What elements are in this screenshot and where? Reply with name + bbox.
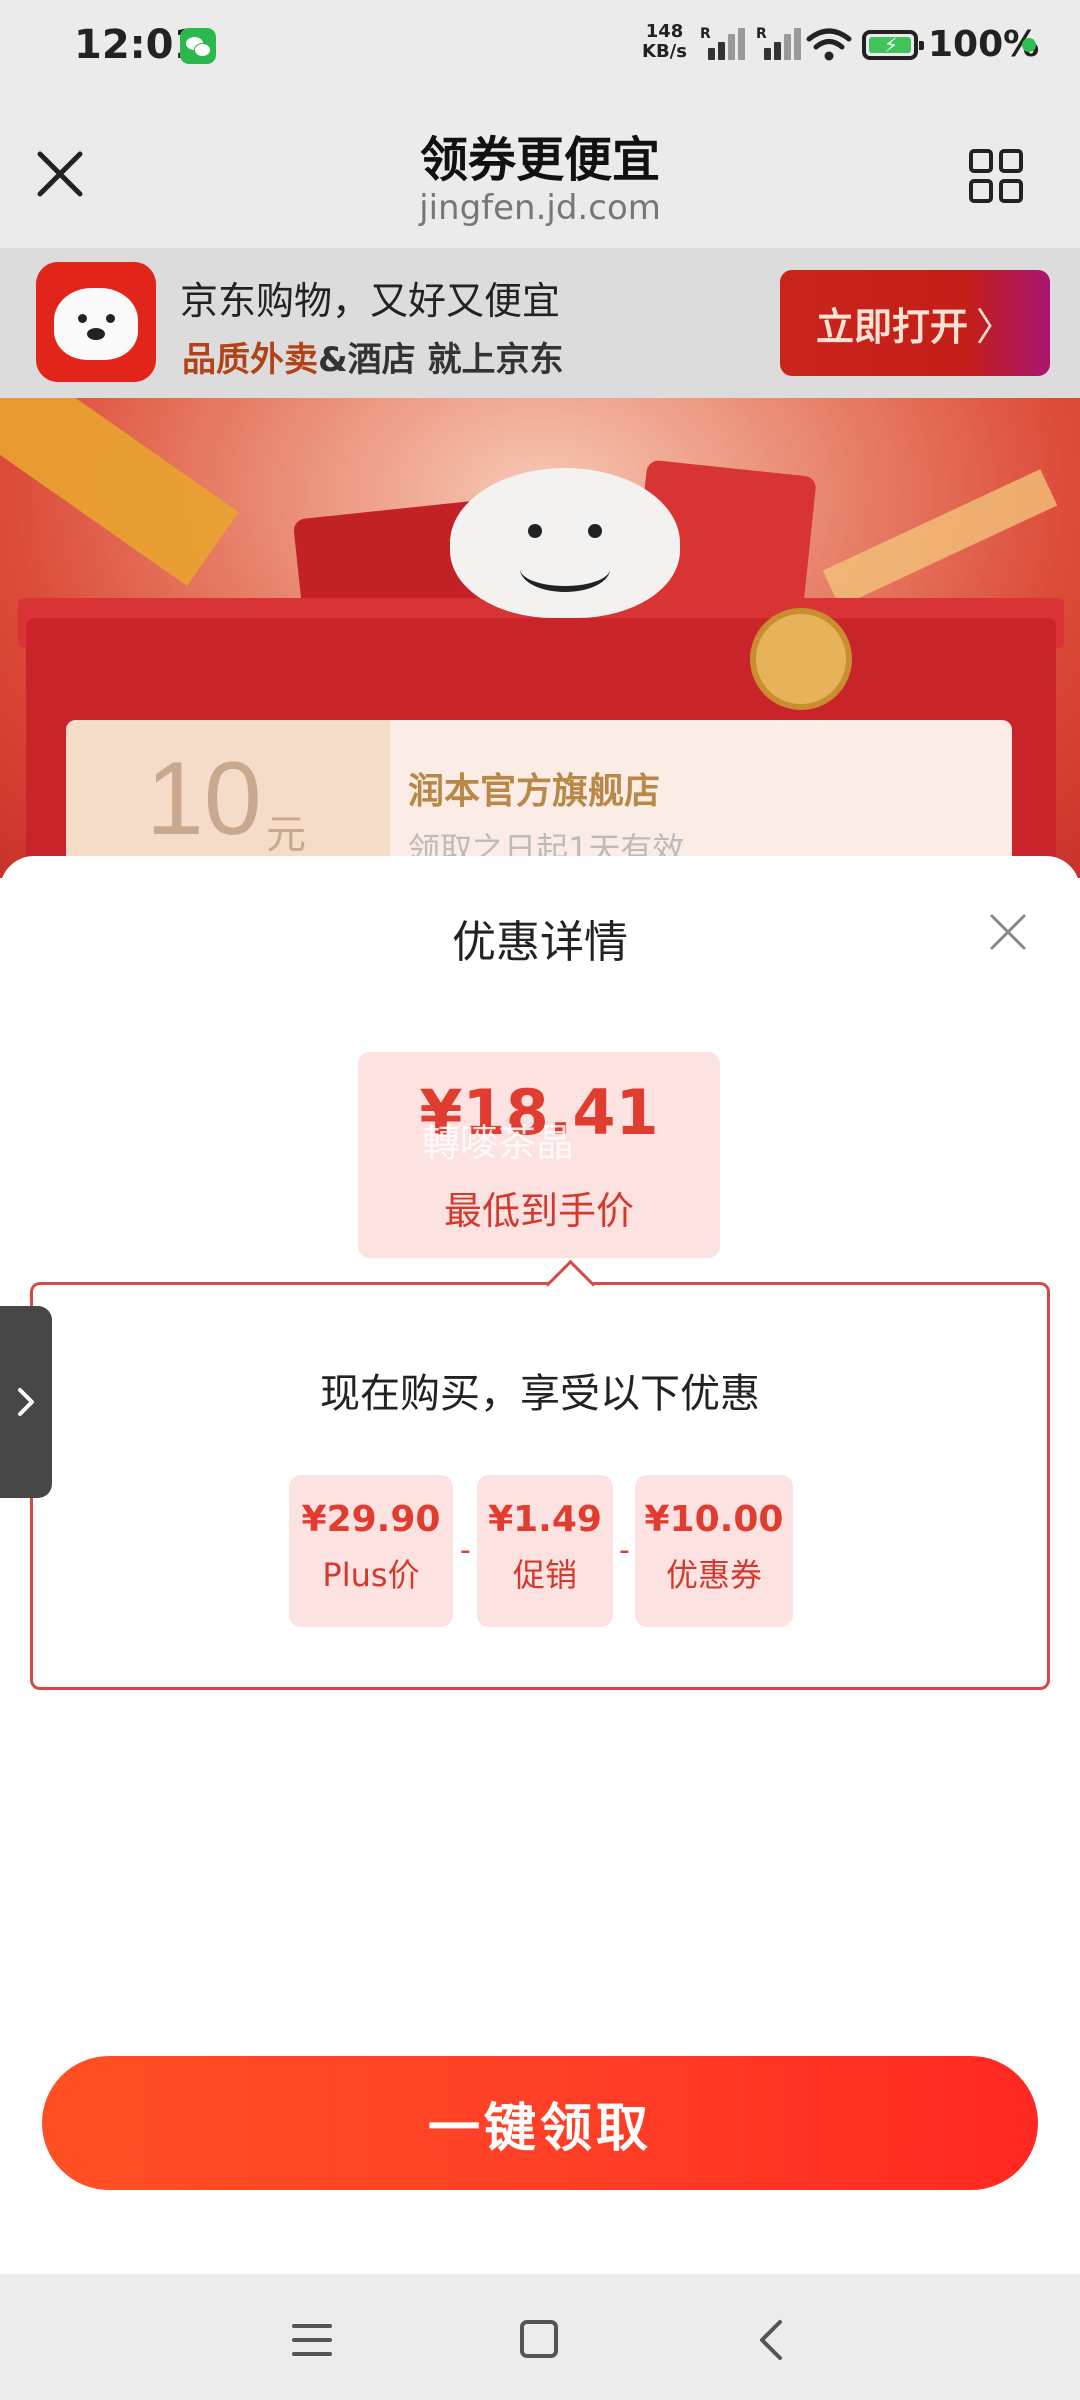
final-price-label: 最低到手价 bbox=[443, 1189, 634, 1233]
banner-slogan: 京东购物，又好又便宜 bbox=[180, 279, 561, 323]
price-watermark: 轉嘜茶晶 bbox=[422, 1121, 575, 1165]
chip-amount: ¥10.00 bbox=[644, 1499, 784, 1540]
back-icon[interactable] bbox=[752, 2318, 792, 2362]
price-chip-promotion: ¥1.49 促销 bbox=[477, 1475, 613, 1627]
signal-roaming-label: R bbox=[700, 26, 711, 42]
signal-icon: R bbox=[756, 26, 801, 62]
battery-charging-icon: ⚡ bbox=[862, 30, 924, 60]
price-chip-plus: ¥29.90 Plus价 bbox=[289, 1475, 453, 1627]
system-navigation-bar bbox=[0, 2274, 1080, 2400]
discount-breakdown-panel: 现在购买，享受以下优惠 ¥29.90 Plus价 - ¥1.49 促销 - ¥1… bbox=[30, 1259, 1050, 1690]
signal-icon: R bbox=[700, 26, 745, 62]
app-download-banner[interactable]: 京东购物，又好又便宜 品质外卖&酒店 就上京东 立即打开 〉 bbox=[0, 248, 1080, 398]
coupon-shop-name: 润本官方旗舰店 bbox=[408, 771, 661, 812]
chip-amount: ¥1.49 bbox=[488, 1499, 602, 1540]
side-panel-handle[interactable] bbox=[0, 1306, 52, 1498]
privacy-indicator-dot bbox=[1022, 38, 1036, 52]
hero-banner: 10 元 润本官方旗舰店 领取之日起1天有效 bbox=[0, 398, 1080, 878]
page-title: 领券更便宜 bbox=[419, 132, 660, 188]
claim-coupon-button[interactable]: 一键领取 bbox=[42, 2056, 1038, 2190]
network-speed: 148 KB/s bbox=[642, 22, 687, 62]
chip-label: 优惠券 bbox=[665, 1556, 762, 1594]
grid-icon[interactable] bbox=[968, 148, 1024, 204]
signal-roaming-label: R bbox=[756, 26, 767, 42]
home-icon[interactable] bbox=[520, 2320, 558, 2358]
coupon-unit: 元 bbox=[266, 812, 306, 858]
browser-title-bar: 领券更便宜 jingfen.jd.com bbox=[0, 92, 1080, 248]
open-app-button[interactable]: 立即打开 〉 bbox=[780, 270, 1050, 376]
coupon-amount: 10 bbox=[146, 741, 262, 857]
menu-icon[interactable] bbox=[292, 2322, 332, 2358]
wechat-icon bbox=[180, 28, 216, 64]
final-price-box: ¥18.41 轉嘜茶晶 最低到手价 bbox=[358, 1052, 720, 1258]
page-url: jingfen.jd.com bbox=[419, 188, 661, 228]
network-speed-value: 148 bbox=[645, 21, 684, 42]
banner-subtitle-rest: &酒店 就上京东 bbox=[318, 340, 564, 380]
open-app-label: 立即打开 bbox=[815, 304, 968, 349]
jd-app-logo bbox=[36, 262, 156, 382]
price-chip-coupon: ¥10.00 优惠券 bbox=[635, 1475, 793, 1627]
jd-mascot-illustration bbox=[450, 468, 680, 618]
close-icon[interactable] bbox=[986, 910, 1030, 954]
chip-label: Plus价 bbox=[322, 1556, 420, 1594]
coin-icon bbox=[750, 608, 852, 710]
chip-label: 促销 bbox=[512, 1556, 577, 1594]
status-bar: 12:01 148 KB/s R R ⚡ 100% bbox=[0, 0, 1080, 92]
minus-operator: - bbox=[619, 1533, 630, 1568]
chip-amount: ¥29.90 bbox=[301, 1499, 441, 1540]
network-speed-unit: KB/s bbox=[642, 41, 687, 62]
sheet-title: 优惠详情 bbox=[452, 917, 628, 968]
wifi-icon bbox=[806, 28, 852, 61]
minus-operator: - bbox=[460, 1533, 471, 1568]
chevron-right-icon: 〉 bbox=[976, 304, 1015, 349]
banner-highlight: 品质外卖 bbox=[182, 340, 318, 380]
panel-heading: 现在购买，享受以下优惠 bbox=[320, 1371, 760, 1417]
coupon-card: 10 元 润本官方旗舰店 领取之日起1天有效 bbox=[66, 720, 1012, 878]
banner-subtitle: 品质外卖&酒店 就上京东 bbox=[182, 332, 564, 381]
chevron-right-icon bbox=[18, 1388, 34, 1416]
